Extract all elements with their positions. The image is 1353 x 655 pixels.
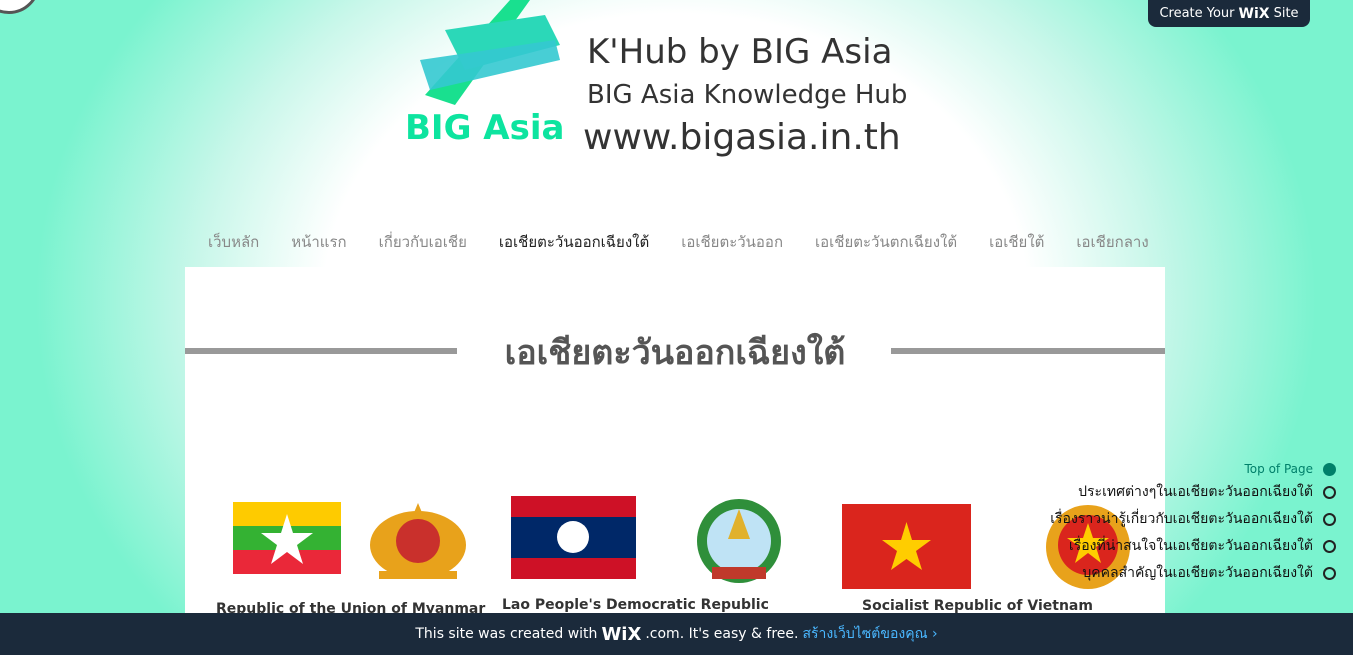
anchor-countries[interactable]: ประเทศต่างๆในเอเชียตะวันออกเฉียงใต้: [1078, 481, 1336, 503]
anchor-dot-icon: [1323, 462, 1336, 476]
nav-item-southwest-asia[interactable]: เอเชียตะวันตกเฉียงใต้: [799, 230, 973, 254]
create-wix-site-button[interactable]: Create Your WiX Site: [1148, 0, 1310, 27]
anchor-dot-icon: [1323, 512, 1336, 526]
footer-text-pre: This site was created with: [415, 626, 598, 642]
myanmar-flag-icon[interactable]: [233, 502, 341, 574]
create-site-pre: Create Your: [1159, 6, 1235, 21]
main-nav: เว็บหลัก หน้าแรก เกี่ยวกับเอเชีย เอเชียต…: [192, 230, 1165, 254]
laos-emblem-icon[interactable]: [688, 495, 790, 587]
anchor-interesting[interactable]: เรื่องที่น่าสนใจในเอเชียตะวันออกเฉียงใต้: [1069, 535, 1336, 557]
site-url: www.bigasia.in.th: [583, 117, 901, 158]
footer-text-post: .com. It's easy & free.: [645, 626, 799, 642]
anchor-dot-icon: [1323, 566, 1336, 580]
anchor-label: เรื่องราวน่ารู้เกี่ยวกับเอเชียตะวันออกเฉ…: [1050, 511, 1313, 527]
footer-create-site-link[interactable]: สร้างเว็บไซต์ของคุณ ›: [802, 623, 937, 645]
page-title: เอเชียตะวันออกเฉียงใต้: [504, 333, 846, 373]
footer-wix-brand: WiX: [601, 623, 642, 645]
nav-item-south-asia[interactable]: เอเชียใต้: [973, 230, 1060, 254]
laos-flag-icon[interactable]: [511, 496, 636, 579]
wix-ad-banner[interactable]: This site was created with WiX .com. It'…: [0, 613, 1353, 655]
anchor-label: Top of Page: [1244, 462, 1314, 476]
logo-text: BIG Asia: [405, 108, 565, 148]
nav-item-east-asia[interactable]: เอเชียตะวันออก: [665, 230, 799, 254]
nav-item-southeast-asia[interactable]: เอเชียตะวันออกเฉียงใต้: [483, 230, 665, 254]
myanmar-emblem-icon[interactable]: [367, 499, 469, 583]
create-site-post: Site: [1273, 6, 1299, 21]
anchor-stories[interactable]: เรื่องราวน่ารู้เกี่ยวกับเอเชียตะวันออกเฉ…: [1050, 508, 1336, 530]
anchor-important-people[interactable]: บุคคลสำคัญในเอเชียตะวันออกเฉียงใต้: [1082, 562, 1336, 584]
country-name-vietnam[interactable]: Socialist Republic of Vietnam: [862, 598, 1093, 614]
wix-brand: WiX: [1238, 5, 1270, 22]
nav-item-about-asia[interactable]: เกี่ยวกับเอเชีย: [363, 230, 483, 254]
anchor-top-of-page[interactable]: Top of Page: [1244, 462, 1336, 476]
vietnam-flag-icon[interactable]: [842, 504, 971, 589]
anchor-label: เรื่องที่น่าสนใจในเอเชียตะวันออกเฉียงใต้: [1068, 538, 1313, 554]
site-subtitle: BIG Asia Knowledge Hub: [587, 80, 908, 110]
anchor-dot-icon: [1323, 485, 1336, 499]
nav-item-home[interactable]: หน้าแรก: [275, 230, 362, 254]
country-name-laos[interactable]: Lao People's Democratic Republic: [502, 597, 769, 613]
big-asia-logo-icon[interactable]: [415, 0, 565, 110]
anchor-menu: Top of Page ประเทศต่างๆในเอเชียตะวันออกเ…: [1050, 462, 1336, 584]
content-panel: เอเชียตะวันออกเฉียงใต้ Republic of the U…: [185, 267, 1165, 617]
anchor-dot-icon: [1323, 539, 1336, 553]
anchor-label: บุคคลสำคัญในเอเชียตะวันออกเฉียงใต้: [1082, 565, 1313, 581]
mourning-ribbon-badge: ꞈ: [0, 0, 80, 40]
nav-item-central-asia[interactable]: เอเชียกลาง: [1060, 230, 1164, 254]
mourning-circle: [0, 0, 40, 14]
nav-item-main-site[interactable]: เว็บหลัก: [192, 230, 275, 254]
site-title: K'Hub by BIG Asia: [587, 32, 893, 72]
anchor-label: ประเทศต่างๆในเอเชียตะวันออกเฉียงใต้: [1078, 484, 1313, 500]
